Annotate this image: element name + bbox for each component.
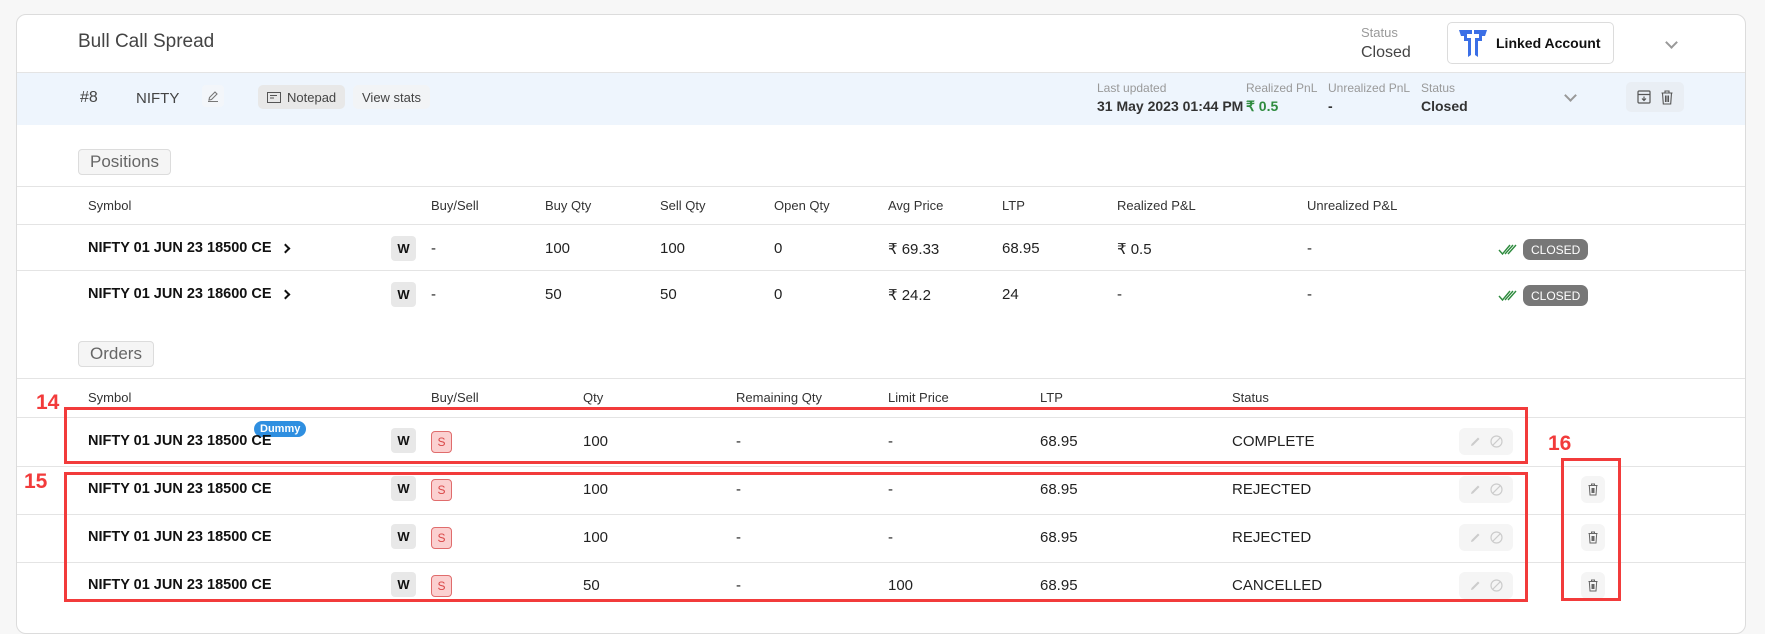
position-realized: - bbox=[1117, 286, 1122, 303]
strategy-number: #8 bbox=[80, 89, 98, 106]
orders-col-limit-price: Limit Price bbox=[888, 390, 949, 405]
positions-section-label: Positions bbox=[78, 149, 171, 175]
strategy-actions bbox=[1626, 82, 1684, 112]
position-realized: ₹ 0.5 bbox=[1117, 241, 1152, 258]
position-buy-sell: - bbox=[431, 240, 436, 257]
broker-logo-icon bbox=[1459, 30, 1487, 57]
delete-strategy-icon[interactable] bbox=[1661, 89, 1673, 105]
position-symbol-link[interactable]: NIFTY 01 JUN 23 18500 CE bbox=[88, 240, 290, 256]
annotation-label-14: 14 bbox=[36, 391, 60, 414]
position-unrealized: - bbox=[1307, 240, 1312, 257]
divider bbox=[17, 224, 1745, 225]
strategy-symbol: NIFTY bbox=[136, 90, 180, 107]
annotation-box-16 bbox=[1561, 458, 1621, 601]
positions-col-realized: Realized P&L bbox=[1117, 198, 1196, 213]
orders-col-qty: Qty bbox=[583, 390, 604, 405]
position-unrealized: - bbox=[1307, 286, 1312, 303]
divider bbox=[17, 186, 1745, 187]
strategy-bar: #8 NIFTY Notepad View stats Last updated… bbox=[17, 73, 1745, 125]
pencil-icon bbox=[208, 91, 218, 102]
orders-col-ltp: LTP bbox=[1040, 390, 1063, 405]
edit-strategy-button[interactable] bbox=[202, 85, 224, 107]
divider bbox=[17, 378, 1745, 379]
orders-section-label: Orders bbox=[78, 341, 154, 367]
positions-col-unrealized: Unrealized P&L bbox=[1307, 198, 1398, 213]
positions-col-avg-price: Avg Price bbox=[888, 198, 944, 213]
annotation-box-14 bbox=[64, 407, 1528, 464]
orders-col-symbol: Symbol bbox=[88, 390, 132, 405]
divider bbox=[17, 466, 1745, 467]
chevron-right-icon bbox=[280, 289, 290, 299]
notepad-label: Notepad bbox=[287, 89, 337, 105]
header-expand-chevron-icon[interactable] bbox=[1665, 36, 1678, 49]
position-open-qty: 0 bbox=[774, 286, 783, 303]
annotation-box-15 bbox=[64, 472, 1528, 602]
positions-col-open-qty: Open Qty bbox=[774, 198, 830, 213]
orders-col-remaining-qty: Remaining Qty bbox=[736, 390, 822, 405]
annotation-label-15: 15 bbox=[24, 470, 48, 493]
linked-account-button[interactable]: Linked Account bbox=[1447, 22, 1614, 64]
position-symbol-link[interactable]: NIFTY 01 JUN 23 18600 CE bbox=[88, 286, 290, 302]
positions-col-buy-sell: Buy/Sell bbox=[431, 198, 479, 213]
view-stats-label: View stats bbox=[362, 89, 422, 105]
header-status-value: Closed bbox=[1361, 44, 1411, 61]
orders-col-status: Status bbox=[1232, 390, 1269, 405]
bar-expand-chevron-icon[interactable] bbox=[1564, 89, 1577, 102]
annotation-label-16: 16 bbox=[1548, 432, 1572, 455]
position-status-badge: CLOSED bbox=[1523, 285, 1589, 306]
positions-col-symbol: Symbol bbox=[88, 198, 132, 213]
realized-pnl-label: Realized PnL bbox=[1246, 81, 1318, 95]
notepad-icon bbox=[267, 91, 281, 103]
header-status-label: Status bbox=[1361, 25, 1398, 40]
position-sell-qty: 100 bbox=[660, 240, 686, 257]
position-open-qty: 0 bbox=[774, 240, 783, 257]
position-buy-qty: 50 bbox=[545, 286, 562, 303]
divider bbox=[17, 270, 1745, 271]
view-stats-button[interactable]: View stats bbox=[353, 85, 431, 109]
double-check-icon bbox=[1498, 244, 1517, 256]
last-updated-label: Last updated bbox=[1097, 81, 1167, 95]
weekly-badge: W bbox=[391, 282, 416, 307]
orders-col-buy-sell: Buy/Sell bbox=[431, 390, 479, 405]
position-avg-price: ₹ 24.2 bbox=[888, 287, 931, 304]
position-symbol: NIFTY 01 JUN 23 18600 CE bbox=[88, 286, 272, 302]
realized-pnl-value: ₹ 0.5 bbox=[1246, 98, 1279, 114]
position-status-badge: CLOSED bbox=[1523, 239, 1589, 260]
linked-account-label: Linked Account bbox=[1496, 35, 1601, 51]
positions-col-sell-qty: Sell Qty bbox=[660, 198, 706, 213]
strategy-title: Bull Call Spread bbox=[78, 31, 215, 52]
position-symbol: NIFTY 01 JUN 23 18500 CE bbox=[88, 240, 272, 256]
position-ltp: 68.95 bbox=[1002, 240, 1040, 257]
bar-status-label: Status bbox=[1421, 81, 1456, 95]
position-buy-qty: 100 bbox=[545, 240, 571, 257]
unrealized-pnl-label: Unrealized PnL bbox=[1328, 81, 1411, 95]
position-avg-price: ₹ 69.33 bbox=[888, 241, 940, 258]
bar-status-value: Closed bbox=[1421, 98, 1468, 114]
position-buy-sell: - bbox=[431, 286, 436, 303]
double-check-icon bbox=[1498, 290, 1517, 302]
notepad-button[interactable]: Notepad bbox=[258, 85, 346, 109]
chevron-right-icon bbox=[280, 243, 290, 253]
positions-col-buy-qty: Buy Qty bbox=[545, 198, 592, 213]
positions-col-ltp: LTP bbox=[1002, 198, 1025, 213]
archive-icon[interactable] bbox=[1637, 90, 1651, 104]
position-ltp: 24 bbox=[1002, 286, 1019, 303]
position-sell-qty: 50 bbox=[660, 286, 677, 303]
last-updated-value: 31 May 2023 01:44 PM bbox=[1097, 98, 1244, 114]
unrealized-pnl-value: - bbox=[1328, 98, 1333, 114]
weekly-badge: W bbox=[391, 236, 416, 261]
